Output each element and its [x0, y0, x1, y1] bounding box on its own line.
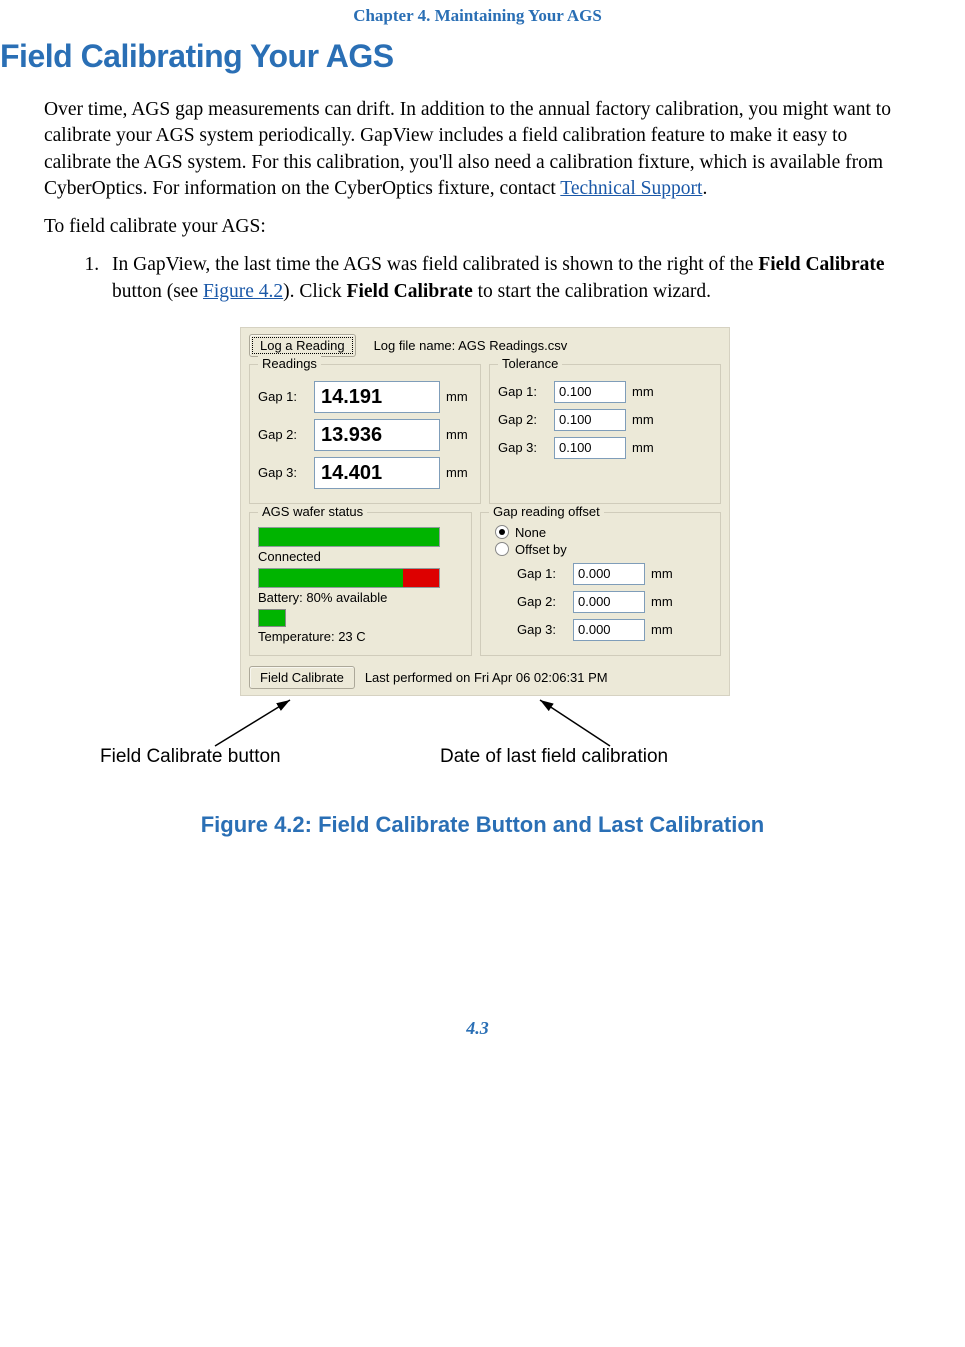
gap-1-reading: 14.191: [314, 381, 440, 413]
unit-mm: mm: [651, 594, 677, 609]
battery-label: Battery: 80% available: [258, 590, 463, 605]
wafer-status-legend: AGS wafer status: [258, 504, 367, 519]
offset-row-1: Gap 1: 0.000 mm: [517, 563, 712, 585]
tol-gap-1-label: Gap 1:: [498, 384, 548, 399]
step-1-text-c: ). Click: [283, 281, 346, 302]
page-number: 4.3: [0, 1018, 955, 1039]
chapter-header: Chapter 4. Maintaining Your AGS: [0, 0, 955, 26]
offset-none-radio[interactable]: [495, 525, 509, 539]
instruction-line: To field calibrate your AGS:: [44, 216, 917, 238]
intro-paragraph: Over time, AGS gap measurements can drif…: [44, 97, 917, 202]
intro-text-b: .: [702, 178, 707, 199]
field-calibrate-button[interactable]: Field Calibrate: [249, 666, 355, 689]
off-gap-3-input[interactable]: 0.000: [573, 619, 645, 641]
figure-callouts: Field Calibrate button Date of last fiel…: [0, 696, 965, 776]
gap-2-label: Gap 2:: [258, 427, 308, 442]
log-file-name-label: Log file name: AGS Readings.csv: [374, 338, 568, 353]
offset-row-2: Gap 2: 0.000 mm: [517, 591, 712, 613]
wafer-status-group: AGS wafer status Connected Battery: 80% …: [249, 512, 472, 656]
tolerance-row-3: Gap 3: 0.100 mm: [498, 437, 712, 459]
unit-mm: mm: [446, 427, 472, 442]
offset-by-radio[interactable]: [495, 542, 509, 556]
tolerance-legend: Tolerance: [498, 356, 562, 371]
temperature-indicator: [258, 609, 286, 627]
gapview-panel: Log a Reading Log file name: AGS Reading…: [240, 327, 730, 696]
unit-mm: mm: [632, 384, 658, 399]
battery-bar: [258, 568, 440, 588]
off-gap-1-input[interactable]: 0.000: [573, 563, 645, 585]
gap-2-reading: 13.936: [314, 419, 440, 451]
figure-4-2-link[interactable]: Figure 4.2: [203, 281, 283, 302]
callout-last-calibration-date: Date of last field calibration: [440, 746, 668, 768]
off-gap-3-label: Gap 3:: [517, 622, 567, 637]
offset-none-label: None: [515, 525, 546, 540]
intro-text-a: Over time, AGS gap measurements can drif…: [44, 99, 891, 199]
tol-gap-3-input[interactable]: 0.100: [554, 437, 626, 459]
offset-legend: Gap reading offset: [489, 504, 604, 519]
reading-row-2: Gap 2: 13.936 mm: [258, 419, 472, 451]
off-gap-2-label: Gap 2:: [517, 594, 567, 609]
off-gap-2-input[interactable]: 0.000: [573, 591, 645, 613]
step-1-text-d: to start the calibration wizard.: [473, 281, 711, 302]
step-1-text-b: button (see: [112, 281, 203, 302]
connected-bar: [258, 527, 440, 547]
gap-3-reading: 14.401: [314, 457, 440, 489]
step-1: In GapView, the last time the AGS was fi…: [104, 252, 927, 305]
tol-gap-3-label: Gap 3:: [498, 440, 548, 455]
unit-mm: mm: [632, 412, 658, 427]
last-performed-label: Last performed on Fri Apr 06 02:06:31 PM: [365, 670, 608, 685]
tol-gap-2-input[interactable]: 0.100: [554, 409, 626, 431]
step-1-bold-2: Field Calibrate: [347, 281, 473, 302]
section-title: Field Calibrating Your AGS: [0, 38, 955, 75]
reading-row-3: Gap 3: 14.401 mm: [258, 457, 472, 489]
unit-mm: mm: [446, 465, 472, 480]
offset-group: Gap reading offset None Offset by Gap 1:…: [480, 512, 721, 656]
unit-mm: mm: [651, 622, 677, 637]
unit-mm: mm: [632, 440, 658, 455]
figure-caption: Figure 4.2: Field Calibrate Button and L…: [0, 812, 965, 838]
log-reading-button[interactable]: Log a Reading: [249, 334, 356, 357]
step-1-bold-1: Field Calibrate: [758, 254, 884, 275]
off-gap-1-label: Gap 1:: [517, 566, 567, 581]
steps-list: In GapView, the last time the AGS was fi…: [72, 252, 927, 305]
tolerance-group: Tolerance Gap 1: 0.100 mm Gap 2: 0.100 m…: [489, 364, 721, 504]
unit-mm: mm: [651, 566, 677, 581]
tol-gap-2-label: Gap 2:: [498, 412, 548, 427]
offset-by-label: Offset by: [515, 542, 567, 557]
tol-gap-1-input[interactable]: 0.100: [554, 381, 626, 403]
offset-row-3: Gap 3: 0.000 mm: [517, 619, 712, 641]
tolerance-row-2: Gap 2: 0.100 mm: [498, 409, 712, 431]
tolerance-row-1: Gap 1: 0.100 mm: [498, 381, 712, 403]
technical-support-link[interactable]: Technical Support: [560, 178, 702, 199]
callout-field-calibrate-button: Field Calibrate button: [100, 746, 281, 768]
reading-row-1: Gap 1: 14.191 mm: [258, 381, 472, 413]
readings-group: Readings Gap 1: 14.191 mm Gap 2: 13.936 …: [249, 364, 481, 504]
gap-3-label: Gap 3:: [258, 465, 308, 480]
connected-label: Connected: [258, 549, 463, 564]
temperature-label: Temperature: 23 C: [258, 629, 463, 644]
readings-legend: Readings: [258, 356, 321, 371]
figure-4-2: Log a Reading Log file name: AGS Reading…: [0, 327, 965, 838]
step-1-text-a: In GapView, the last time the AGS was fi…: [112, 254, 758, 275]
unit-mm: mm: [446, 389, 472, 404]
gap-1-label: Gap 1:: [258, 389, 308, 404]
